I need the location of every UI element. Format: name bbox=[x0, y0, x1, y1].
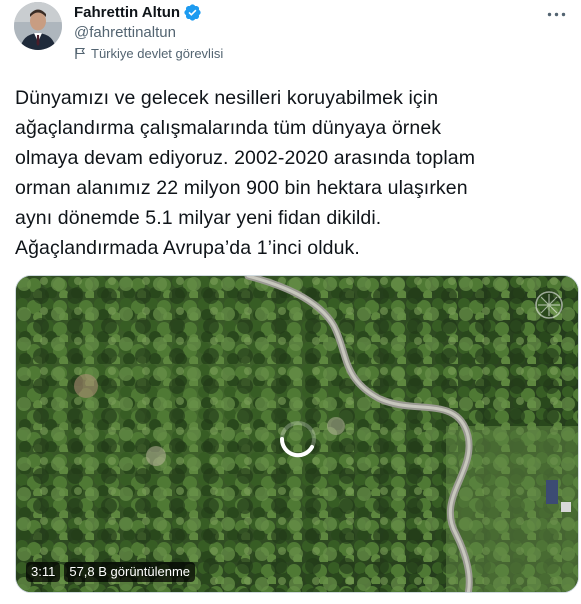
avatar[interactable] bbox=[14, 2, 62, 50]
author-display-name[interactable]: Fahrettin Altun bbox=[74, 4, 180, 21]
avatar-image bbox=[14, 2, 62, 50]
more-options-button[interactable] bbox=[541, 0, 571, 26]
author-handle[interactable]: @fahrettinaltun bbox=[74, 23, 223, 43]
video-view-count: 57,8 B görüntülenme bbox=[64, 562, 196, 582]
more-dots-icon bbox=[547, 4, 566, 22]
video-player[interactable]: 3:11 57,8 B görüntülenme bbox=[15, 275, 579, 593]
author-block: Fahrettin Altun @fahrettinaltun Türkiye … bbox=[74, 2, 223, 62]
verified-badge-icon bbox=[183, 3, 202, 22]
flag-icon bbox=[74, 47, 86, 60]
video-overlay: 3:11 57,8 B görüntülenme bbox=[26, 562, 196, 582]
tweet-text: Dünyamızı ve gelecek nesilleri koruyabil… bbox=[15, 87, 476, 259]
affiliation-text: Türkiye devlet görevlisi bbox=[91, 46, 224, 61]
loading-spinner-icon bbox=[278, 419, 318, 464]
author-name-row: Fahrettin Altun bbox=[74, 2, 223, 22]
affiliation-label: Türkiye devlet görevlisi bbox=[74, 46, 223, 61]
tweet: Fahrettin Altun @fahrettinaltun Türkiye … bbox=[0, 0, 581, 604]
broadcaster-logo-icon bbox=[534, 290, 564, 325]
video-duration: 3:11 bbox=[26, 562, 61, 582]
